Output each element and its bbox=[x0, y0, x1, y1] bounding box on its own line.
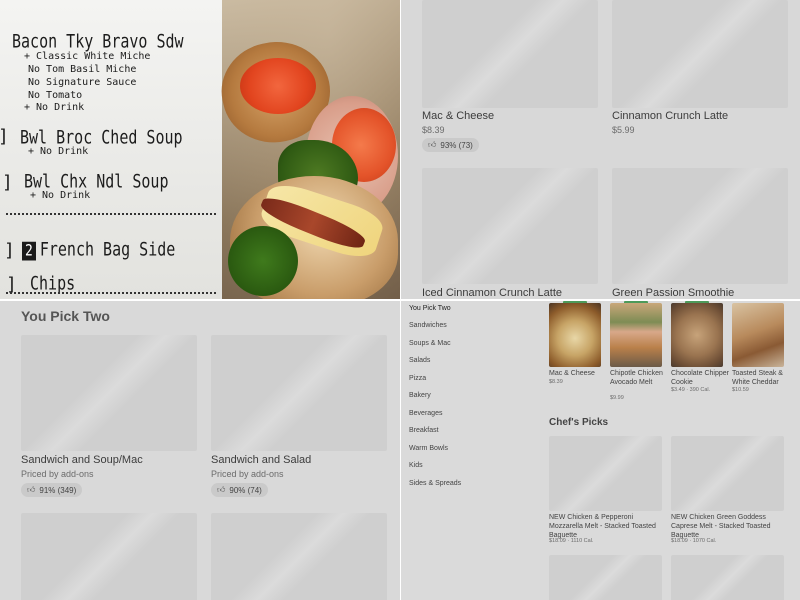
receipt-line: 2 French Bag Side bbox=[22, 238, 175, 261]
item-sub: Priced by add-ons bbox=[21, 469, 94, 479]
item-price: $8.39 bbox=[422, 125, 445, 135]
receipt-divider bbox=[6, 292, 216, 294]
receipt-bracket: ] bbox=[0, 126, 9, 147]
item-name[interactable]: Sandwich and Salad bbox=[211, 454, 311, 466]
item-name[interactable]: Cinnamon Crunch Latte bbox=[612, 110, 728, 122]
receipt-line: No Tomato bbox=[28, 90, 83, 101]
item-price: $18.09 bbox=[549, 538, 566, 544]
thumbs-up-icon: 👍︎ bbox=[217, 485, 226, 494]
item-name[interactable]: NEW Chicken & Pepperoni Mozzarella Melt … bbox=[549, 513, 661, 540]
thumbs-up-icon: 👍︎ bbox=[428, 140, 437, 149]
category-pizza[interactable]: Pizza bbox=[409, 375, 426, 382]
receipt: Bacon Tky Bravo Sdw + Classic White Mich… bbox=[0, 0, 224, 299]
category-warm-bowls[interactable]: Warm Bowls bbox=[409, 445, 448, 452]
item-image[interactable] bbox=[671, 555, 784, 600]
receipt-bracket: ] bbox=[4, 240, 15, 261]
category-breakfast[interactable]: Breakfast bbox=[409, 427, 439, 434]
menu-section-you-pick-two: You Pick Two Sandwich and Soup/Mac Price… bbox=[0, 301, 400, 600]
rating-text: 90% (74) bbox=[229, 485, 262, 495]
item-calories: 1110 Cal. bbox=[570, 538, 594, 544]
receipt-line-text: French Bag Side bbox=[39, 238, 176, 261]
item-image[interactable] bbox=[732, 303, 784, 367]
category-sides-spreads[interactable]: Sides & Spreads bbox=[409, 480, 461, 487]
item-name[interactable]: Green Passion Smoothie bbox=[612, 287, 734, 299]
item-name[interactable]: Sandwich and Soup/Mac bbox=[21, 454, 143, 466]
item-name[interactable]: Chipotle Chicken Avocado Melt bbox=[610, 369, 665, 387]
sandwich-photo bbox=[212, 0, 400, 299]
menu-with-category-nav: You Pick Two Sandwiches Soups & Mac Sala… bbox=[401, 301, 800, 600]
item-image[interactable] bbox=[549, 436, 662, 511]
thumbs-up-icon: 👍︎ bbox=[27, 485, 36, 494]
item-calories: 1070 Cal. bbox=[692, 538, 717, 544]
receipt-line: + No Drink bbox=[24, 102, 85, 113]
item-price: $10.59 bbox=[732, 387, 749, 393]
category-you-pick-two[interactable]: You Pick Two bbox=[409, 305, 451, 312]
receipt-bracket: ] bbox=[2, 172, 13, 193]
receipt-line: No Tom Basil Miche bbox=[28, 64, 137, 75]
item-image[interactable] bbox=[422, 168, 598, 284]
item-image[interactable] bbox=[549, 303, 601, 367]
item-calories: 390 Cal. bbox=[689, 387, 711, 393]
item-image[interactable] bbox=[671, 436, 784, 511]
category-salads[interactable]: Salads bbox=[409, 357, 430, 364]
item-sub: Priced by add-ons bbox=[211, 469, 284, 479]
section-title: You Pick Two bbox=[21, 308, 110, 324]
rating-badge: 👍︎ 93% (73) bbox=[422, 138, 479, 152]
receipt-line: + No Drink bbox=[28, 146, 89, 157]
item-name[interactable]: Toasted Steak & White Cheddar bbox=[732, 369, 790, 387]
item-image[interactable] bbox=[422, 0, 598, 108]
receipt-divider bbox=[6, 213, 216, 215]
rating-text: 91% (349) bbox=[39, 485, 77, 495]
item-price-cal: $18.09 · 1110 Cal. bbox=[549, 538, 594, 544]
item-price: $8.39 bbox=[549, 379, 563, 385]
rating-badge: 👍︎ 91% (349) bbox=[21, 483, 83, 497]
item-price: $3.49 bbox=[671, 387, 685, 393]
rating-badge: 👍︎ 90% (74) bbox=[211, 483, 268, 497]
item-image[interactable] bbox=[671, 303, 723, 367]
receipt-line: + Classic White Miche bbox=[24, 51, 151, 62]
category-soups-mac[interactable]: Soups & Mac bbox=[409, 340, 451, 347]
item-price: $5.99 bbox=[612, 125, 635, 135]
category-bakery[interactable]: Bakery bbox=[409, 392, 431, 399]
item-price: $9.99 bbox=[610, 395, 624, 401]
item-image[interactable] bbox=[211, 513, 387, 600]
quantity-badge: 2 bbox=[22, 241, 36, 261]
menu-grid-top-right: Mac & Cheese $8.39 👍︎ 93% (73) Cinnamon … bbox=[401, 0, 800, 299]
item-image[interactable] bbox=[21, 513, 197, 600]
item-price: $18.09 bbox=[671, 538, 688, 544]
category-beverages[interactable]: Beverages bbox=[409, 410, 442, 417]
item-image[interactable] bbox=[211, 335, 387, 451]
section-title: Chef's Picks bbox=[549, 417, 609, 428]
item-name[interactable]: NEW Chicken Green Goddess Caprese Melt -… bbox=[671, 513, 783, 540]
item-name[interactable]: Mac & Cheese bbox=[422, 110, 494, 122]
item-image[interactable] bbox=[21, 335, 197, 451]
item-name[interactable]: Iced Cinnamon Crunch Latte bbox=[422, 287, 562, 299]
item-price-cal: $3.49 · 390 Cal. bbox=[671, 387, 711, 393]
receipt-line: No Signature Sauce bbox=[28, 77, 137, 88]
receipt-line: Bacon Tky Bravo Sdw bbox=[12, 30, 184, 53]
item-name[interactable]: Chocolate Chipper Cookie bbox=[671, 369, 729, 387]
item-price-cal: $18.09 · 1070 Cal. bbox=[671, 538, 717, 544]
rating-text: 93% (73) bbox=[440, 140, 473, 150]
item-image[interactable] bbox=[610, 303, 662, 367]
receipt-line: + No Drink bbox=[30, 190, 91, 201]
item-image[interactable] bbox=[612, 168, 788, 284]
item-image[interactable] bbox=[612, 0, 788, 108]
category-kids[interactable]: Kids bbox=[409, 462, 423, 469]
item-name[interactable]: Mac & Cheese bbox=[549, 369, 604, 378]
receipt-food-photo: Bacon Tky Bravo Sdw + Classic White Mich… bbox=[0, 0, 400, 299]
quadrant-divider bbox=[0, 299, 800, 301]
category-sandwiches[interactable]: Sandwiches bbox=[409, 322, 447, 329]
item-image[interactable] bbox=[549, 555, 662, 600]
